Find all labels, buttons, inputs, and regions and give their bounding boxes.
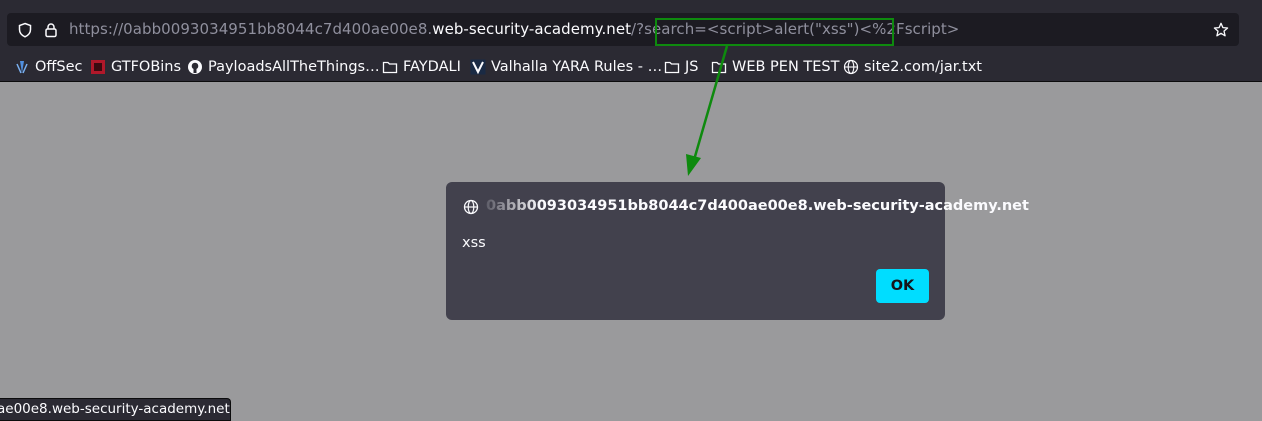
dialog-origin: 0abb0093034951bb8044c7d400ae00e8.web-sec… bbox=[486, 198, 1029, 214]
alert-dialog: 0abb0093034951bb8044c7d400ae00e8.web-sec… bbox=[446, 182, 1029, 320]
status-bar: ae00e8.web-security-academy.net bbox=[0, 398, 231, 421]
ok-button[interactable]: OK bbox=[876, 269, 929, 303]
dialog-message: xss bbox=[462, 235, 486, 251]
globe-icon bbox=[463, 199, 479, 215]
status-text: ae00e8.web-security-academy.net bbox=[0, 401, 230, 417]
